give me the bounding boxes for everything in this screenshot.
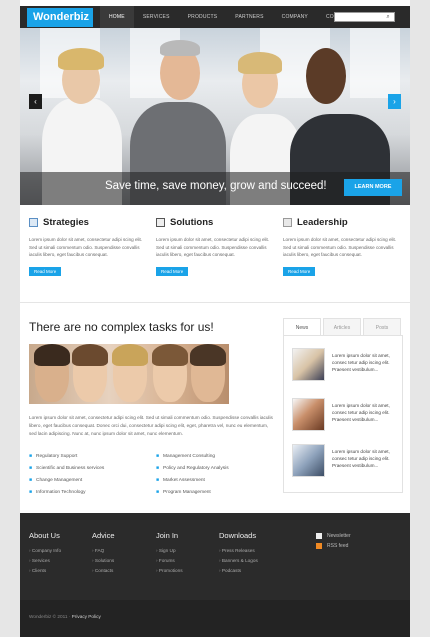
footer-title: Join In [156,531,179,540]
footer-title: Advice [92,531,115,540]
header-bar: Wonderbiz HOME SERVICES PRODUCTS PARTNER… [20,6,410,28]
nav-company[interactable]: COMPANY [273,6,317,28]
social-links: Newsletter RSS feed [316,531,351,551]
bullet-icon: ■ [29,453,33,459]
newsletter-link[interactable]: Newsletter [316,531,351,541]
footer-title: Downloads [219,531,257,540]
rss-link[interactable]: RSS feed [316,541,351,551]
footer-link[interactable]: Podcasts [219,568,258,578]
footer-link[interactable]: Company Info [29,548,61,558]
prev-slide-button[interactable]: ‹ [29,94,42,109]
footer-link[interactable]: Services [29,558,61,568]
footer-link[interactable]: Forums [156,558,183,568]
feature-text: Lorem ipsum dolor sit amet, consectetur … [283,237,397,257]
team-photo [29,344,229,404]
footer-title: About Us [29,531,60,540]
bullet-icon: ■ [156,453,160,459]
hero-slider: ‹ › Save time, save money, grow and succ… [20,28,410,205]
list-item: ■ Policy and Regulatory Analysis [156,465,229,471]
next-slide-button[interactable]: › [388,94,401,109]
feature-title: Leadership [297,217,348,228]
nav-home[interactable]: HOME [100,6,134,28]
search-icon[interactable]: ⌕ [383,13,393,21]
rss-icon [316,543,322,549]
privacy-policy-link[interactable]: Privacy Policy [72,614,101,619]
read-more-button[interactable]: Read More [156,266,189,276]
read-more-button[interactable]: Read More [29,266,62,276]
footer-col-advice: Advice FAQ Solutions Contacts [92,531,115,578]
feature-title: Strategies [43,217,89,228]
bullet-icon: ■ [29,465,33,471]
feature-text: Lorem ipsum dolor sit amet, consectetur … [29,237,143,257]
tab-posts[interactable]: Posts [363,318,401,336]
copyright: Wonderbiz © 2011 · Privacy Policy [29,614,101,619]
list-item: ■ Change Management [29,477,83,483]
main-nav: HOME SERVICES PRODUCTS PARTNERS COMPANY … [100,6,364,28]
footer-link[interactable]: Promotions [156,568,183,578]
service-list-right: ■ Management Consulting ■ Policy and Regul… [156,450,276,498]
section-divider [20,302,410,303]
nav-products[interactable]: PRODUCTS [179,6,227,28]
read-more-button[interactable]: Read More [283,266,316,276]
newsletter-icon [316,533,322,539]
list-item: ■ Management Consulting [156,453,216,459]
leadership-icon [283,218,292,227]
news-thumbnail [292,444,325,477]
footer-link[interactable]: Clients [29,568,61,578]
footer-link[interactable]: Banners & Logos [219,558,258,568]
news-thumbnail [292,398,325,431]
list-item: ■ Program Management [156,489,211,495]
tab-news[interactable]: News [283,318,321,336]
page-title: There are no complex tasks for us! [29,320,214,334]
bullet-icon: ■ [29,477,33,483]
tab-panel: Lorem ipsum dolor sit amet, consec tetur… [283,335,403,493]
footer-col-join: Join In Sign Up Forums Promotions [156,531,183,578]
news-thumbnail [292,348,325,381]
footer: About Us Company Info Services Clients A… [20,513,410,600]
list-item: ■ Regulatory Support [29,453,78,459]
logo[interactable]: Wonderbiz [27,8,93,27]
footer-col-about: About Us Company Info Services Clients [29,531,61,578]
list-item: ■ Scientific and Business services [29,465,105,471]
feature-strategies: Strategies Lorem ipsum dolor sit amet, c… [29,217,147,278]
news-item[interactable]: Lorem ipsum dolor sit amet, consec tetur… [292,398,400,432]
hero-tagline: Save time, save money, grow and succeed! [105,180,327,192]
bullet-icon: ■ [156,477,160,483]
news-tabs: News Articles Posts [283,318,403,336]
bullet-icon: ■ [156,465,160,471]
nav-services[interactable]: SERVICES [134,6,179,28]
bullet-icon: ■ [156,489,160,495]
nav-partners[interactable]: PARTNERS [226,6,272,28]
tab-articles[interactable]: Articles [323,318,361,336]
feature-leadership: Leadership Lorem ipsum dolor sit amet, c… [283,217,401,278]
footer-link[interactable]: Solutions [92,558,115,568]
feature-text: Lorem ipsum dolor sit amet, consectetur … [156,237,270,257]
footer-link[interactable]: Sign Up [156,548,183,558]
feature-solutions: Solutions Lorem ipsum dolor sit amet, co… [156,217,274,278]
feature-title: Solutions [170,217,214,228]
learn-more-button[interactable]: LEARN MORE [344,179,402,196]
news-item[interactable]: Lorem ipsum dolor sit amet, consec tetur… [292,348,400,382]
footer-link[interactable]: Contacts [92,568,115,578]
bullet-icon: ■ [29,489,33,495]
footer-link[interactable]: Press Releases [219,548,258,558]
footer-col-downloads: Downloads Press Releases Banners & Logos… [219,531,258,578]
footer-link[interactable]: FAQ [92,548,115,558]
service-list-left: ■ Regulatory Support ■ Scientific and Busi… [29,450,149,498]
hero-caption: Save time, save money, grow and succeed!… [20,172,410,205]
page: Wonderbiz HOME SERVICES PRODUCTS PARTNER… [20,0,410,637]
list-item: ■ Market Assessment [156,477,205,483]
news-item[interactable]: Lorem ipsum dolor sit amet, consec tetur… [292,444,400,478]
list-item: ■ Information Technology [29,489,86,495]
main-paragraph: Lorem ipsum dolor sit amet, consectetur … [29,415,273,436]
strategies-icon [29,218,38,227]
solutions-icon [156,218,165,227]
bottom-bar: Wonderbiz © 2011 · Privacy Policy [20,600,410,637]
